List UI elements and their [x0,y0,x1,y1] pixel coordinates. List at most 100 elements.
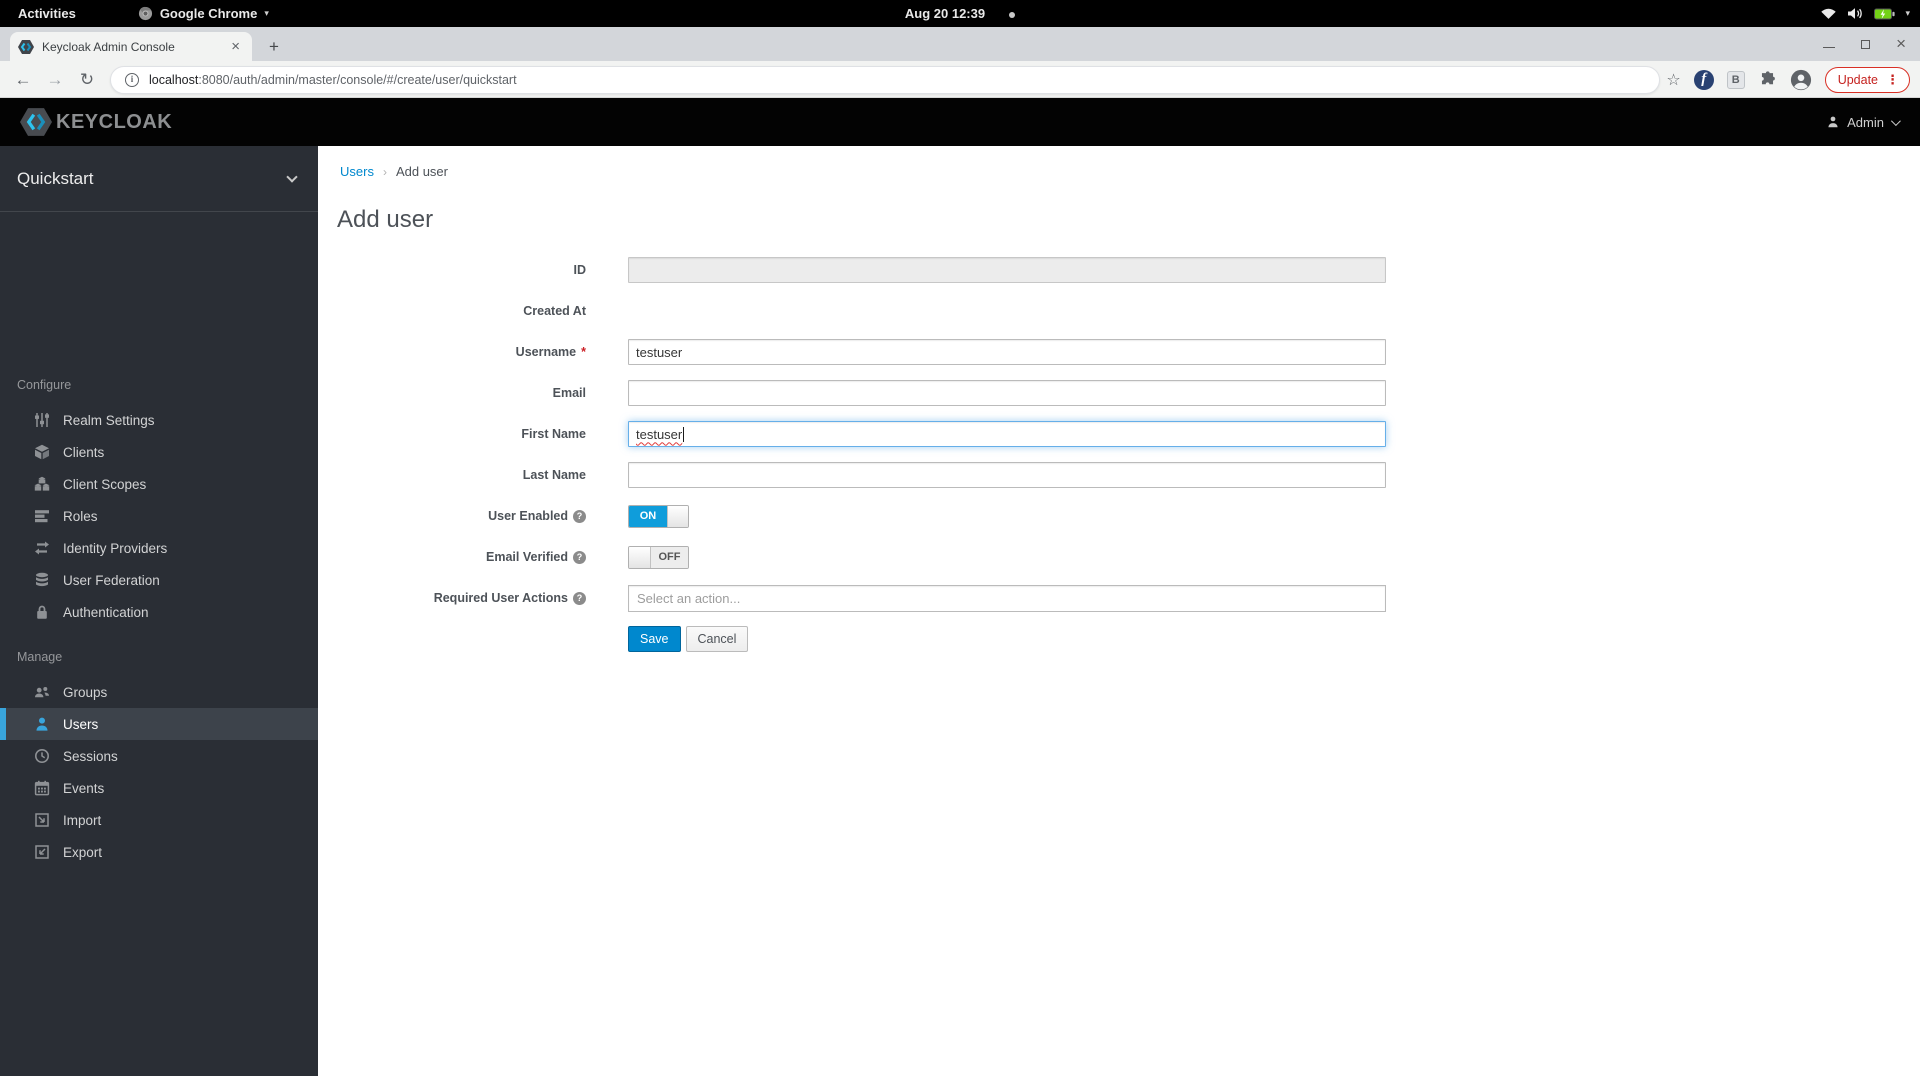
system-tray-menu[interactable]: ▾ [1820,0,1910,27]
cancel-button[interactable]: Cancel [685,626,749,652]
last-name-field[interactable] [628,462,1386,488]
sidebar-item-users[interactable]: Users [0,708,318,740]
sidebar-item-export[interactable]: Export [0,836,318,868]
sidebar-item-authentication[interactable]: Authentication [0,596,318,628]
form-row-created-at: Created At [338,298,1438,324]
form-row-last-name: Last Name [338,462,1438,488]
sidebar-item-realm-settings[interactable]: Realm Settings [0,404,318,436]
import-icon [31,812,53,828]
admin-user-menu[interactable]: Admin [1826,98,1901,146]
fedora-extension-icon[interactable]: f [1693,69,1714,90]
created-at-label: Created At [523,304,586,318]
back-button[interactable]: ← [8,61,38,98]
update-label: Update [1837,72,1878,87]
help-icon[interactable]: ? [573,509,586,523]
forward-button[interactable]: → [40,61,70,98]
window-maximize-button[interactable] [1861,39,1871,49]
required-asterisk: * [581,345,586,359]
user-enabled-toggle[interactable]: ON [628,504,689,528]
sidebar-item-clients[interactable]: Clients [0,436,318,468]
cube-icon [31,444,53,460]
site-info-icon[interactable]: i [125,73,139,87]
text-cursor [683,426,685,442]
exchange-arrows-icon [31,540,53,556]
first-name-label: First Name [521,427,586,441]
address-bar[interactable]: i localhost:8080/auth/admin/master/conso… [110,66,1660,94]
select-placeholder: Select an action... [637,590,741,606]
sidebar-item-client-scopes[interactable]: Client Scopes [0,468,318,500]
email-verified-label: Email Verified [486,550,568,564]
extensions-puzzle-icon[interactable] [1758,70,1777,89]
calendar-icon [31,780,53,796]
window-close-button[interactable]: × [1896,35,1906,52]
url-host: localhost [149,73,199,87]
sidebar-item-label: Import [63,812,102,828]
toggle-knob [629,546,650,568]
help-icon[interactable]: ? [573,591,586,605]
sidebar-item-groups[interactable]: Groups [0,676,318,708]
chevron-right-icon: › [382,164,387,179]
save-button[interactable]: Save [628,626,681,652]
chevron-down-icon: ▾ [264,8,269,18]
focused-app-menu[interactable]: Google Chrome ▾ [138,6,269,21]
clock-text: Aug 20 12:39 [904,6,986,21]
volume-icon [1848,8,1863,19]
sidebar-item-sessions[interactable]: Sessions [0,740,318,772]
keycloak-logo[interactable]: KEYCLOAK [20,108,172,136]
toggle-knob [667,505,688,527]
realm-selector[interactable]: Quickstart [0,146,318,212]
sliders-icon [31,412,53,428]
list-icon [31,508,53,524]
page-title: Add user [337,206,434,233]
sidebar-item-label: Authentication [63,604,149,620]
email-verified-toggle[interactable]: OFF [628,545,689,569]
url-text: localhost:8080/auth/admin/master/console… [149,73,517,87]
form-row-user-enabled: User Enabled ? ON [338,503,1438,529]
bookmark-star-icon[interactable]: ☆ [1666,70,1680,90]
chevron-down-icon [1890,115,1901,126]
tab-close-icon[interactable]: × [227,38,244,55]
lock-icon [31,604,53,620]
profile-avatar-icon[interactable] [1790,69,1812,91]
form-row-email: Email [338,380,1438,406]
sidebar-item-events[interactable]: Events [0,772,318,804]
browser-tab-active[interactable]: Keycloak Admin Console × [10,32,252,61]
email-field[interactable] [628,380,1386,406]
window-minimize-button[interactable] [1823,41,1836,48]
sidebar-item-roles[interactable]: Roles [0,500,318,532]
chrome-app-icon [138,6,152,21]
first-name-field[interactable]: testuser [628,421,1386,447]
browser-menu-dots-icon[interactable]: ⋮ [1886,72,1899,88]
sidebar-item-label: Groups [63,684,108,700]
sidebar-item-import[interactable]: Import [0,804,318,836]
realm-name: Quickstart [17,168,94,188]
reload-button[interactable]: ↻ [72,61,102,98]
help-icon[interactable]: ? [573,550,586,564]
sidebar-item-label: Users [63,716,99,732]
section-label-manage: Manage [17,650,63,664]
form-row-buttons: Save Cancel [338,626,1438,652]
url-path: :8080/auth/admin/master/console/#/create… [198,73,517,87]
activities-button[interactable]: Activities [12,6,82,21]
keycloak-header: KEYCLOAK Admin [0,98,1920,146]
extension-b-icon[interactable]: B [1726,70,1745,89]
clock-menu[interactable]: Aug 20 12:39 [0,6,1920,21]
toggle-on-label: ON [629,505,667,527]
sidebar-item-identity-providers[interactable]: Identity Providers [0,532,318,564]
battery-charging-icon [1874,8,1896,19]
form-row-username: Username * [338,339,1438,365]
new-tab-button[interactable]: + [262,35,286,59]
sidebar-item-label: User Federation [63,572,160,588]
breadcrumb-users-link[interactable]: Users [340,164,374,179]
sidebar-item-user-federation[interactable]: User Federation [0,564,318,596]
chevron-down-icon [286,170,298,183]
required-actions-select[interactable]: Select an action... [628,584,1386,612]
add-user-form: ID Created At Username * Email F [338,257,1438,667]
sidebar-item-label: Sessions [63,748,118,764]
username-field[interactable] [628,339,1386,365]
chrome-update-button[interactable]: Update ⋮ [1824,66,1910,93]
username-label: Username [515,345,577,359]
user-icon [1828,116,1838,128]
sidebar-item-label: Identity Providers [63,540,168,556]
id-field [628,257,1386,283]
